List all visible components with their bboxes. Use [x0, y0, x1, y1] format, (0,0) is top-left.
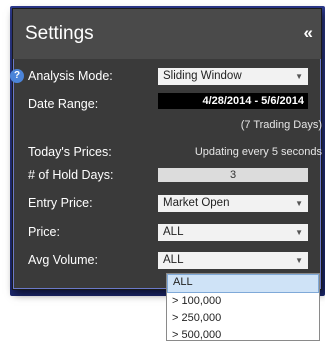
date-range-label: Date Range: [28, 97, 99, 111]
avg-volume-select[interactable]: ALL ▼ [158, 252, 308, 269]
price-select[interactable]: ALL ▼ [158, 224, 308, 241]
dropdown-option[interactable]: > 500,000 [167, 327, 319, 340]
chevron-down-icon: ▼ [295, 228, 303, 237]
entry-price-value: Market Open [163, 197, 230, 209]
analysis-mode-label: Analysis Mode: [28, 69, 113, 83]
analysis-mode-select[interactable]: Sliding Window ▼ [158, 68, 308, 85]
avg-volume-value: ALL [163, 254, 184, 266]
todays-prices-status: Updating every 5 seconds [194, 146, 322, 158]
collapse-button[interactable]: « [304, 23, 313, 43]
hold-days-input[interactable]: 3 [158, 168, 308, 182]
entry-price-select[interactable]: Market Open ▼ [158, 195, 308, 212]
chevron-down-icon: ▼ [295, 256, 303, 265]
chevron-down-icon: ▼ [295, 72, 303, 81]
price-value: ALL [163, 226, 184, 238]
panel-header: Settings « [13, 9, 321, 59]
dropdown-option[interactable]: > 250,000 [167, 310, 319, 327]
hold-days-label: # of Hold Days: [28, 168, 114, 182]
price-label: Price: [28, 225, 60, 239]
dropdown-option[interactable]: ALL [167, 274, 319, 293]
trading-days-note: (7 Trading Days) [240, 119, 322, 131]
avg-volume-label: Avg Volume: [28, 253, 98, 267]
analysis-mode-value: Sliding Window [163, 70, 242, 82]
help-icon[interactable]: ? [10, 69, 24, 83]
panel-title: Settings [25, 23, 94, 44]
date-range-field[interactable]: 4/28/2014 - 5/6/2014 [158, 93, 308, 109]
entry-price-label: Entry Price: [28, 196, 93, 210]
avg-volume-dropdown-list: ALL > 100,000 > 250,000 > 500,000 [166, 273, 320, 341]
chevron-down-icon: ▼ [295, 199, 303, 208]
todays-prices-label: Today's Prices: [28, 145, 112, 159]
dropdown-option[interactable]: > 100,000 [167, 293, 319, 310]
